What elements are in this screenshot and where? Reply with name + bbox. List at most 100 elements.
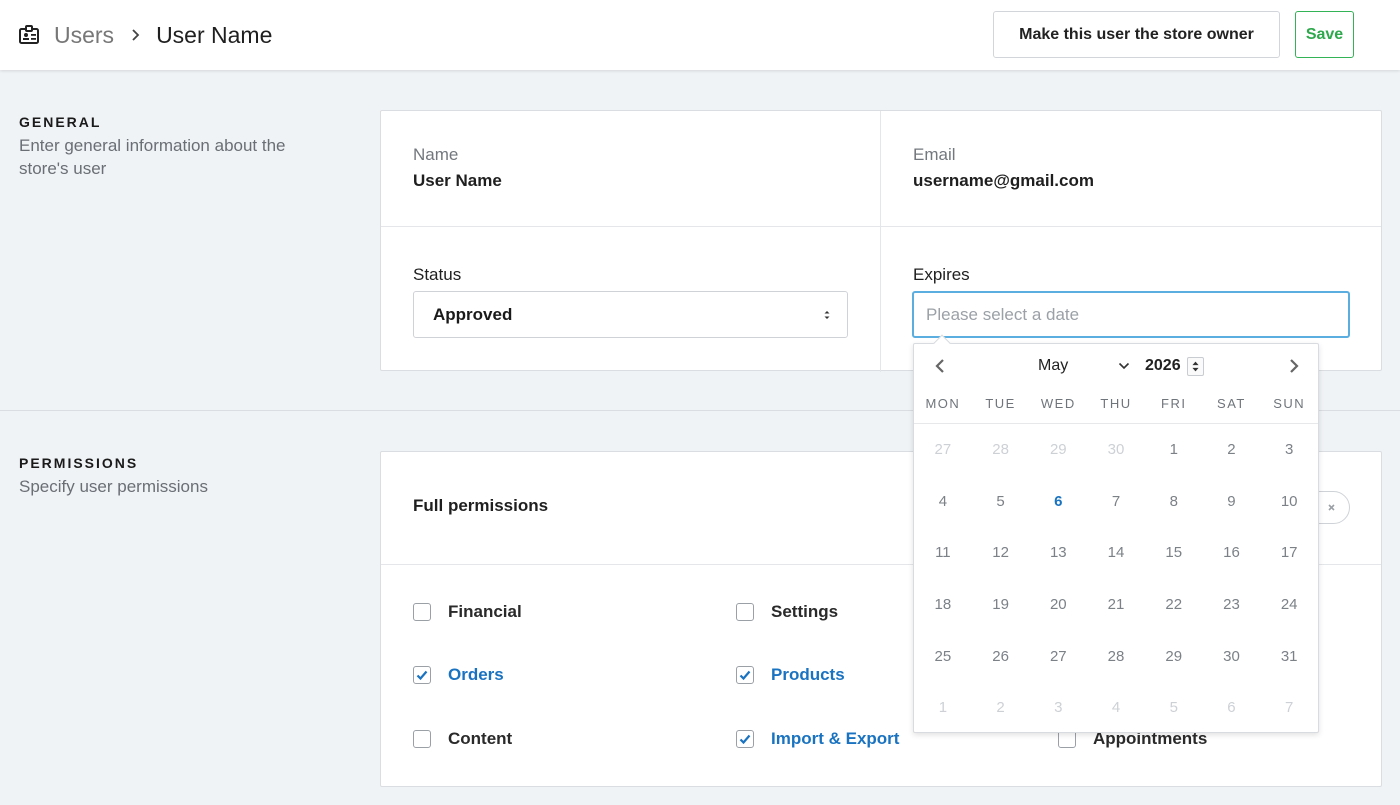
id-card-icon: [19, 25, 39, 44]
permission-label: Orders: [448, 665, 504, 684]
save-button[interactable]: Save: [1295, 11, 1354, 58]
expires-date-input[interactable]: [912, 291, 1350, 338]
calendar-day[interactable]: 27: [1029, 631, 1087, 683]
calendar-day[interactable]: 1: [1145, 424, 1203, 476]
calendar-day[interactable]: 14: [1087, 527, 1145, 579]
calendar-day[interactable]: 19: [972, 579, 1030, 631]
calendar-day[interactable]: 16: [1203, 527, 1261, 579]
calendar-day[interactable]: 9: [1203, 476, 1261, 528]
calendar-grid: 27 28 29 30 1 2 3 4 5 6 7 8 9 10 11 12 13 14 15 16 17 18 19 20 2…: [914, 424, 1318, 734]
calendar-day[interactable]: 17: [1260, 527, 1318, 579]
calendar-day[interactable]: 1: [914, 682, 972, 734]
spinner-arrows-icon[interactable]: [1187, 357, 1204, 376]
calendar-day[interactable]: 13: [1029, 527, 1087, 579]
name-value: User Name: [413, 171, 502, 190]
make-store-owner-button[interactable]: Make this user the store owner: [993, 11, 1280, 58]
calendar-day[interactable]: 30: [1203, 631, 1261, 683]
status-select-value: Approved: [433, 304, 513, 324]
calendar-day[interactable]: 5: [1145, 682, 1203, 734]
permission-content[interactable]: Content: [413, 729, 512, 749]
calendar-day[interactable]: 6: [1029, 476, 1087, 528]
chevron-left-icon[interactable]: [933, 358, 947, 374]
column-divider: [880, 111, 881, 372]
checkmark-icon: [416, 670, 428, 681]
permission-label: Import & Export: [771, 729, 900, 748]
permissions-section-title: PERMISSIONS: [19, 455, 139, 471]
calendar-day[interactable]: 31: [1260, 631, 1318, 683]
weekday-label: THU: [1100, 396, 1132, 411]
calendar-day[interactable]: 28: [972, 424, 1030, 476]
calendar-day[interactable]: 28: [1087, 631, 1145, 683]
permission-settings[interactable]: Settings: [736, 602, 838, 622]
expires-label: Expires: [913, 265, 970, 284]
permission-financial[interactable]: Financial: [413, 602, 522, 622]
email-label: Email: [913, 145, 956, 164]
status-select[interactable]: Approved: [413, 291, 848, 338]
permission-orders[interactable]: Orders: [413, 665, 504, 685]
breadcrumb-users-link[interactable]: Users: [54, 22, 114, 49]
breadcrumb: Users User Name: [18, 20, 272, 50]
calendar-day[interactable]: 20: [1029, 579, 1087, 631]
calendar-day[interactable]: 2: [972, 682, 1030, 734]
general-card: Name User Name Email username@gmail.com …: [380, 110, 1382, 372]
calendar-day[interactable]: 4: [1087, 682, 1145, 734]
calendar-day[interactable]: 2: [1203, 424, 1261, 476]
calendar-day[interactable]: 4: [914, 476, 972, 528]
permission-label: Content: [448, 729, 513, 748]
chevron-down-icon: [1118, 362, 1130, 370]
permissions-section-description: Specify user permissions: [19, 477, 208, 496]
calendar-day[interactable]: 24: [1260, 579, 1318, 631]
date-picker-popup: May 2026 MON TUE WED THU FRI SAT SUN 27 28 29 30 1…: [913, 334, 1319, 734]
checkbox[interactable]: [736, 666, 754, 684]
weekday-header-row: MON TUE WED THU FRI SAT SUN: [914, 388, 1318, 424]
permission-products[interactable]: Products: [736, 665, 845, 685]
calendar-day[interactable]: 10: [1260, 476, 1318, 528]
calendar-day[interactable]: 5: [972, 476, 1030, 528]
row-divider: [381, 226, 1381, 227]
year-input[interactable]: 2026: [1145, 355, 1204, 377]
permission-label: Products: [771, 665, 845, 684]
calendar-day[interactable]: 3: [1260, 424, 1318, 476]
calendar-day[interactable]: 26: [972, 631, 1030, 683]
calendar-day[interactable]: 18: [914, 579, 972, 631]
calendar-day[interactable]: 6: [1203, 682, 1261, 734]
permission-import-export[interactable]: Import & Export: [736, 729, 899, 749]
weekday-label: WED: [1040, 396, 1076, 411]
full-permissions-label: Full permissions: [413, 496, 549, 515]
general-section-title: GENERAL: [19, 114, 102, 130]
calendar-day[interactable]: 3: [1029, 682, 1087, 734]
calendar-day[interactable]: 12: [972, 527, 1030, 579]
calendar-day[interactable]: 7: [1087, 476, 1145, 528]
calendar-day[interactable]: 23: [1203, 579, 1261, 631]
checkbox[interactable]: [736, 730, 754, 748]
calendar-day[interactable]: 29: [1145, 631, 1203, 683]
chevron-right-icon[interactable]: [1287, 358, 1301, 374]
close-icon: [1328, 504, 1335, 511]
general-section-description: Enter general information about the stor…: [19, 136, 286, 178]
checkbox[interactable]: [736, 603, 754, 621]
weekday-label: MON: [925, 396, 961, 411]
weekday-label: TUE: [985, 396, 1016, 411]
calendar-day[interactable]: 22: [1145, 579, 1203, 631]
status-label: Status: [413, 265, 462, 284]
checkmark-icon: [739, 734, 751, 745]
calendar-day[interactable]: 30: [1087, 424, 1145, 476]
month-select[interactable]: May: [1038, 355, 1130, 377]
calendar-day[interactable]: 29: [1029, 424, 1087, 476]
calendar-day[interactable]: 8: [1145, 476, 1203, 528]
calendar-week-row: 18 19 20 21 22 23 24: [914, 579, 1318, 631]
weekday-label: SUN: [1273, 396, 1306, 411]
checkbox[interactable]: [413, 730, 431, 748]
checkbox[interactable]: [413, 666, 431, 684]
calendar-day[interactable]: 7: [1260, 682, 1318, 734]
calendar-week-row: 4 5 6 7 8 9 10: [914, 476, 1318, 528]
weekday-label: SAT: [1217, 396, 1246, 411]
calendar-day[interactable]: 25: [914, 631, 972, 683]
checkbox[interactable]: [413, 603, 431, 621]
chevron-right-icon: [132, 29, 140, 41]
calendar-day[interactable]: 27: [914, 424, 972, 476]
calendar-day[interactable]: 15: [1145, 527, 1203, 579]
calendar-day[interactable]: 11: [914, 527, 972, 579]
calendar-day[interactable]: 21: [1087, 579, 1145, 631]
calendar-week-row: 1234567: [914, 682, 1318, 734]
